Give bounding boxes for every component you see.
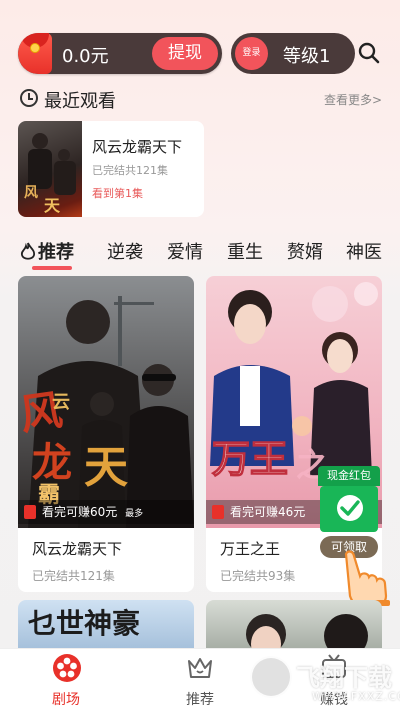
svg-text:天: 天 [44,196,61,215]
svg-text:云: 云 [52,392,70,413]
poster-title: 乜世神豪 [28,607,141,640]
recent-thumbnail: 风 天 [18,121,82,217]
red-envelope-icon [24,505,36,519]
tab-recommend[interactable]: 推荐 [38,238,74,264]
crown-icon [188,658,212,678]
active-tab-indicator [32,266,72,270]
wallet-bar: 0.0元 提现 [18,33,222,74]
flame-icon [20,242,36,260]
watermark-brand: 飞翔下载 [296,664,392,692]
video-title: 风云龙霸天下 [32,540,123,558]
balance-amount: 0.0元 [62,46,109,67]
category-tabs: 推荐 逆袭 爱情 重生 赘婿 神医 [0,234,400,274]
watermark-logo-icon [250,656,292,698]
film-reel-icon [53,654,81,682]
wechat-icon [320,486,378,532]
tab-rebirth[interactable]: 重生 [227,238,263,264]
red-envelope-icon [18,33,52,74]
cash-redpack-widget[interactable]: 现金红包 可领取 [318,466,380,558]
recent-item-card[interactable]: 风 天 风云龙霸天下 已完结共121集 看到第1集 [18,121,204,217]
tab-son-in-law[interactable]: 赘婿 [287,238,323,264]
recent-item-progress: 看到第1集 [92,187,143,200]
view-more-link[interactable]: 查看更多> [324,91,382,108]
video-card[interactable]: 风 云 龙 天 霸 看完可赚60元 最多 风云龙霸天下 已完结共121集 [18,276,194,592]
red-envelope-icon [212,505,224,519]
tab-divine-doctor[interactable]: 神医 [346,238,382,264]
reward-banner: 看完可赚60元 最多 [18,500,194,524]
level-label: 等级1 [283,46,331,67]
svg-text:天: 天 [84,442,128,493]
cash-redpack-label: 现金红包 [318,466,380,486]
video-episodes: 已完结共93集 [220,569,296,583]
nav-recommend[interactable]: 推荐 [160,649,240,711]
nav-label: 推荐 [186,692,214,708]
recent-item-status: 已完结共121集 [92,164,168,177]
reward-text: 看完可赚60元 [42,505,118,519]
nav-theater[interactable]: 剧场 [26,649,106,711]
recent-item-name: 风云龙霸天下 [92,138,183,156]
reward-suffix: 最多 [125,509,144,519]
nav-label: 剧场 [52,692,80,708]
tab-romance[interactable]: 爱情 [167,238,203,264]
reward-text: 看完可赚46元 [230,505,306,519]
search-icon[interactable] [358,42,380,64]
clock-icon [20,89,38,107]
site-watermark: 飞翔下载 WWW.FXXZ.COM [250,654,400,708]
svg-text:龙: 龙 [32,439,72,486]
tab-counterattack[interactable]: 逆袭 [107,238,143,264]
level-bar[interactable]: 登录 等级1 [231,33,355,74]
login-button[interactable]: 登录 [235,37,268,70]
svg-text:万王: 万王 [212,436,288,481]
recent-title: 最近观看 [44,91,116,112]
withdraw-button[interactable]: 提现 [152,37,218,70]
watermark-url: WWW.FXXZ.COM [312,690,400,703]
video-episodes: 已完结共121集 [32,569,115,583]
svg-text:风: 风 [24,185,38,201]
video-poster: 风 云 龙 天 霸 [18,276,194,528]
video-title: 万王之王 [220,540,281,558]
